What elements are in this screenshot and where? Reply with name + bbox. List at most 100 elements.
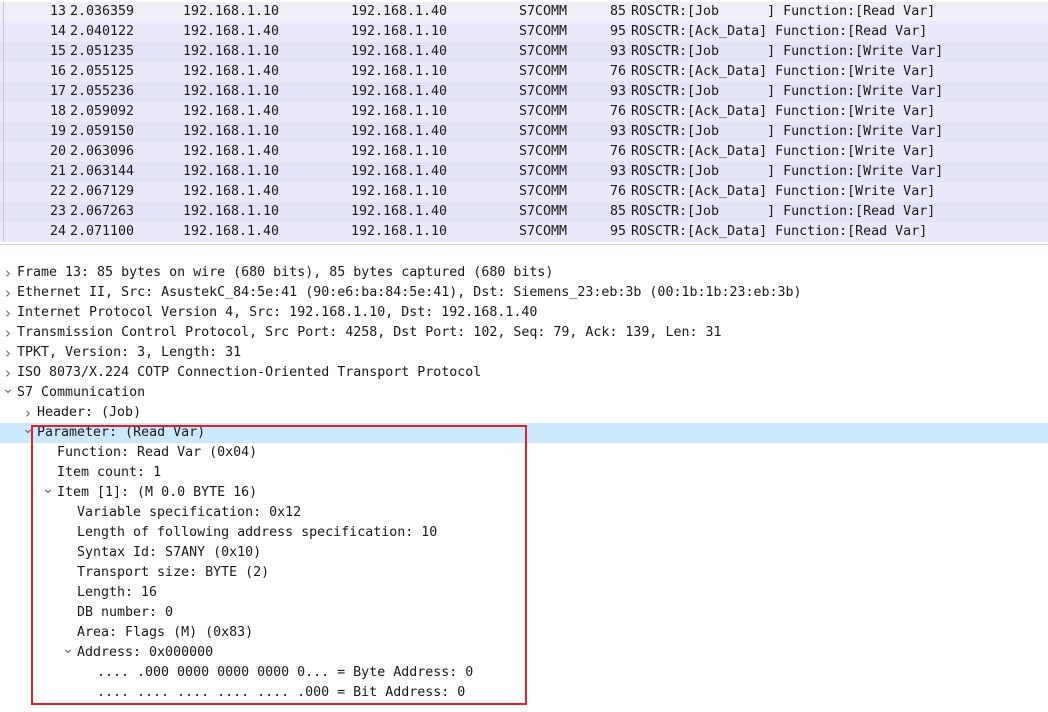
packet-time: 2.067129: [70, 184, 135, 199]
packet-row[interactable]: 19 2.059150 192.168.1.10 192.168.1.40 S7COMM…: [0, 122, 1048, 142]
chevron-right-icon[interactable]: ›: [2, 303, 14, 323]
packet-destination: 192.168.1.10: [351, 144, 448, 159]
packet-protocol: S7COMM: [519, 64, 568, 79]
packet-number: 19: [49, 124, 66, 139]
tree-item[interactable]: › Transmission Control Protocol, Src Port…: [0, 323, 1048, 343]
packet-protocol: S7COMM: [519, 124, 568, 139]
packet-info: ROSCTR:[Ack_Data] Function:[Write Var]: [631, 64, 936, 79]
tree-item[interactable]: Length: 16: [0, 583, 1048, 603]
tree-item[interactable]: ⌄ S7 Communication: [0, 382, 1048, 403]
chevron-right-icon[interactable]: ›: [2, 263, 14, 283]
packet-row[interactable]: 20 2.063096 192.168.1.40 192.168.1.10 S7COMM…: [0, 142, 1048, 162]
packet-number: 23: [49, 204, 66, 219]
packet-row[interactable]: 22 2.067129 192.168.1.40 192.168.1.10 S7COMM…: [0, 182, 1048, 202]
tree-item-label: .... .000 0000 0000 0000 0... = Byte Add…: [97, 665, 474, 680]
packet-row[interactable]: 21 2.063144 192.168.1.10 192.168.1.40 S7COMM…: [0, 162, 1048, 182]
tree-item-label: Length of following address specificatio…: [77, 525, 438, 540]
tree-item[interactable]: Function: Read Var (0x04): [0, 443, 1048, 463]
packet-destination: 192.168.1.10: [351, 104, 448, 119]
tree-item[interactable]: ⌄ Address: 0x000000: [0, 642, 1048, 663]
packet-number: 18: [49, 104, 66, 119]
tree-item[interactable]: Item count: 1: [0, 463, 1048, 483]
tree-item[interactable]: ⌄ Item [1]: (M 0.0 BYTE 16): [0, 482, 1048, 503]
tree-item[interactable]: › Header: (Job): [0, 403, 1048, 423]
tree-item[interactable]: Syntax Id: S7ANY (0x10): [0, 543, 1048, 563]
chevron-down-icon[interactable]: ⌄: [42, 482, 54, 503]
packet-info: ROSCTR:[Job ] Function:[Write Var]: [631, 44, 944, 59]
packet-time: 2.036359: [70, 4, 135, 19]
tree-item[interactable]: › TPKT, Version: 3, Length: 31: [0, 343, 1048, 363]
packet-info: ROSCTR:[Job ] Function:[Read Var]: [631, 204, 936, 219]
tree-item[interactable]: › Frame 13: 85 bytes on wire (680 bits), …: [0, 263, 1048, 283]
packet-row[interactable]: 16 2.055125 192.168.1.40 192.168.1.10 S7COMM…: [0, 62, 1048, 82]
tree-item[interactable]: › Ethernet II, Src: AsustekC_84:5e:41 (90…: [0, 283, 1048, 303]
chevron-right-icon[interactable]: ›: [2, 323, 14, 343]
tree-item-label: Item [1]: (M 0.0 BYTE 16): [57, 485, 258, 500]
packet-row[interactable]: 17 2.055236 192.168.1.10 192.168.1.40 S7COMM…: [0, 82, 1048, 102]
row-gutter-line: [3, 142, 4, 162]
packet-number: 13: [49, 4, 66, 19]
tree-item-label: Transmission Control Protocol, Src Port:…: [17, 325, 722, 340]
packet-row[interactable]: 15 2.051235 192.168.1.10 192.168.1.40 S7COMM…: [0, 42, 1048, 62]
tree-item[interactable]: DB number: 0: [0, 603, 1048, 623]
packet-source: 192.168.1.40: [183, 224, 280, 239]
tree-item-label: Area: Flags (M) (0x83): [77, 625, 254, 640]
tree-item[interactable]: .... .... .... .... .... .000 = Bit Addr…: [0, 683, 1048, 703]
packet-info: ROSCTR:[Job ] Function:[Write Var]: [631, 124, 944, 139]
packet-info: ROSCTR:[Job ] Function:[Write Var]: [631, 164, 944, 179]
packet-length: 95: [609, 24, 626, 39]
row-gutter-line: [3, 62, 4, 82]
chevron-down-icon[interactable]: ⌄: [2, 382, 14, 403]
packet-row[interactable]: 23 2.067263 192.168.1.10 192.168.1.40 S7COMM…: [0, 202, 1048, 222]
tree-item-label: Function: Read Var (0x04): [57, 445, 258, 460]
packet-row[interactable]: 18 2.059092 192.168.1.40 192.168.1.10 S7COMM…: [0, 102, 1048, 122]
chevron-right-icon[interactable]: ›: [2, 283, 14, 303]
packet-source: 192.168.1.10: [183, 44, 280, 59]
tree-item-label: S7 Communication: [17, 385, 146, 400]
tree-item[interactable]: .... .000 0000 0000 0000 0... = Byte Add…: [0, 663, 1048, 683]
tree-item-label: Address: 0x000000: [77, 645, 214, 660]
packet-destination: 192.168.1.40: [351, 44, 448, 59]
tree-item[interactable]: Variable specification: 0x12: [0, 503, 1048, 523]
row-gutter-line: [3, 162, 4, 182]
packet-row[interactable]: 24 2.071100 192.168.1.40 192.168.1.10 S7COMM…: [0, 222, 1048, 242]
packet-length: 76: [609, 104, 626, 119]
packet-number: 16: [49, 64, 66, 79]
chevron-right-icon[interactable]: ›: [2, 363, 14, 383]
packet-protocol: S7COMM: [519, 104, 568, 119]
row-gutter-line: [3, 202, 4, 222]
chevron-right-icon[interactable]: ›: [2, 343, 14, 363]
packet-length: 85: [609, 4, 626, 19]
tree-item[interactable]: › ISO 8073/X.224 COTP Connection-Oriented…: [0, 363, 1048, 383]
packet-time: 2.063144: [70, 164, 135, 179]
packet-number: 21: [49, 164, 66, 179]
packet-length: 93: [609, 164, 626, 179]
tree-item-label: ISO 8073/X.224 COTP Connection-Oriented …: [17, 365, 482, 380]
packet-row[interactable]: 14 2.040122 192.168.1.40 192.168.1.10 S7COMM…: [0, 22, 1048, 42]
packet-protocol: S7COMM: [519, 84, 568, 99]
packet-number: 20: [49, 144, 66, 159]
packet-row[interactable]: 13 2.036359 192.168.1.10 192.168.1.40 S7COMM…: [0, 2, 1048, 22]
packet-source: 192.168.1.10: [183, 124, 280, 139]
chevron-right-icon[interactable]: ›: [22, 403, 34, 423]
packet-number: 22: [49, 184, 66, 199]
tree-item-label: Item count: 1: [57, 465, 162, 480]
packet-destination: 192.168.1.40: [351, 124, 448, 139]
packet-length: 76: [609, 144, 626, 159]
packet-number: 24: [49, 224, 66, 239]
tree-item[interactable]: Area: Flags (M) (0x83): [0, 623, 1048, 643]
pane-splitter[interactable]: [0, 244, 1048, 263]
tree-item[interactable]: ⌄ Parameter: (Read Var): [0, 422, 1048, 443]
tree-item[interactable]: Length of following address specificatio…: [0, 523, 1048, 543]
chevron-down-icon[interactable]: ⌄: [22, 422, 34, 443]
packet-destination: 192.168.1.40: [351, 204, 448, 219]
tree-item[interactable]: › Internet Protocol Version 4, Src: 192.1…: [0, 303, 1048, 323]
tree-item[interactable]: Transport size: BYTE (2): [0, 563, 1048, 583]
packet-source: 192.168.1.40: [183, 104, 280, 119]
packet-time: 2.055125: [70, 64, 135, 79]
packet-destination: 192.168.1.40: [351, 164, 448, 179]
tree-item-label: Frame 13: 85 bytes on wire (680 bits), 8…: [17, 265, 554, 280]
chevron-down-icon[interactable]: ⌄: [62, 642, 74, 663]
tree-item-label: DB number: 0: [77, 605, 174, 620]
row-gutter-line: [3, 2, 4, 22]
